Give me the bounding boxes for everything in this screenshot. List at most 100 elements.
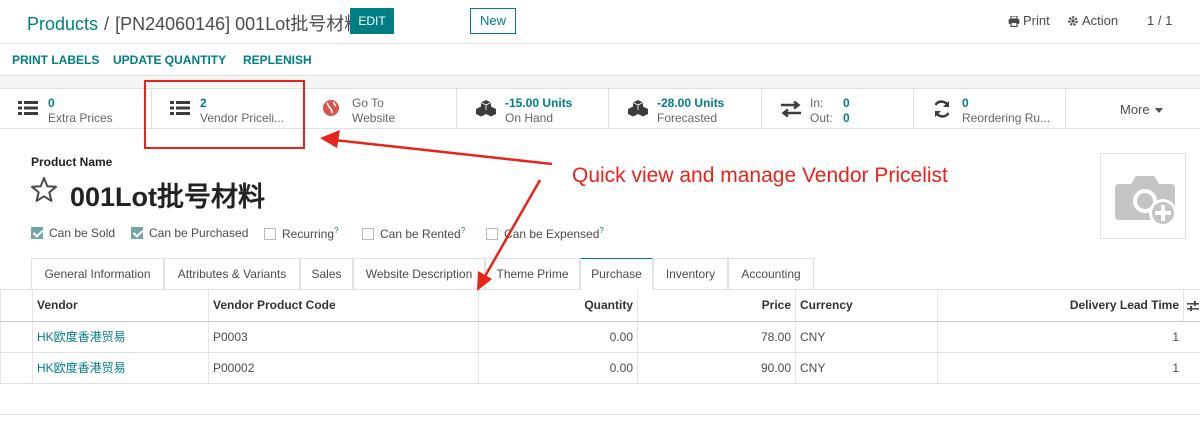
annotation-highlight-box [144,80,305,149]
help-tooltip-icon[interactable]: ? [461,226,465,235]
row-handle[interactable] [0,353,32,383]
vendor-link[interactable]: HK欧度香港贸易 [37,361,126,375]
vendor-cell[interactable]: HK欧度香港贸易 [32,353,208,383]
print-icon [1008,15,1020,28]
extra-prices-count: 0 [48,96,55,110]
can-be-sold-checkbox[interactable]: Can be Sold [31,226,115,240]
product-image[interactable] [1100,153,1186,239]
update-quantity-button[interactable]: UPDATE QUANTITY [113,53,226,67]
breadcrumb-current: [PN24060146] 001Lot批号材料 [115,14,363,34]
website-line2: Website [352,111,396,125]
empty-table-row [0,385,1200,415]
more-button[interactable]: More [1120,102,1164,117]
currency-cell[interactable]: CNY [795,322,937,352]
quantity-column-header[interactable]: Quantity [478,290,637,321]
can-be-purchased-checkbox[interactable]: Can be Purchased [131,226,248,240]
in-out-button[interactable]: In: 0 Out: 0 [762,89,914,129]
lead-time-column-header[interactable]: Delivery Lead Time [937,290,1183,321]
can-be-sold-label: Can be Sold [49,226,116,240]
checkbox-checked[interactable] [131,227,143,239]
checkbox-unchecked[interactable] [486,228,498,240]
vendor-code-cell[interactable]: P0003 [208,322,478,352]
checkbox-checked[interactable] [31,227,43,239]
product-name[interactable]: 001Lot批号材料 [70,175,265,214]
cubes-icon [476,100,496,117]
pager[interactable]: 1 / 1 [1147,13,1172,28]
handle-column-header [0,290,32,321]
extra-prices-button[interactable]: 0 Extra Prices [0,89,152,129]
product-name-label: Product Name [31,155,113,169]
gear-icon [1068,16,1078,26]
print-button[interactable]: Print [1008,13,1050,28]
breadcrumb-products-link[interactable]: Products [27,14,98,34]
recurring-label: Recurring [282,227,335,241]
tab-website-description[interactable]: Website Description [353,258,485,289]
table-row[interactable]: HK欧度香港贸易 P00002 0.00 90.00 CNY 1 [0,353,1200,384]
out-value: 0 [843,111,850,125]
forecasted-label: Forecasted [657,111,718,125]
lead-time-cell[interactable]: 1 [937,353,1183,383]
breadcrumb-separator: / [104,14,110,34]
vendor-cell[interactable]: HK欧度香港贸易 [32,322,208,352]
price-cell[interactable]: 90.00 [637,353,795,383]
annotation-text: Quick view and manage Vendor Pricelist [572,164,948,187]
new-button[interactable]: New [470,8,516,34]
can-be-expensed-label: Can be Expensed [504,227,600,241]
more-label: More [1120,102,1150,117]
currency-column-header[interactable]: Currency [795,290,937,321]
list-icon [18,101,38,115]
tab-theme-prime[interactable]: Theme Prime [485,258,580,289]
can-be-expensed-checkbox[interactable]: Can be Expensed? [486,226,604,241]
form-header: PRINT LABELS UPDATE QUANTITY REPLENISH [0,44,1200,76]
price-cell[interactable]: 78.00 [637,322,795,352]
on-hand-button[interactable]: -15.00 Units On Hand [457,89,609,129]
refresh-icon [934,100,950,118]
action-button[interactable]: Action [1067,13,1118,28]
camera-plus-icon [1115,176,1177,227]
tab-general-information[interactable]: General Information [31,258,164,289]
tab-inventory[interactable]: Inventory [653,258,728,289]
vendor-code-cell[interactable]: P00002 [208,353,478,383]
action-label: Action [1082,13,1119,28]
replenish-button[interactable]: REPLENISH [243,53,312,67]
caret-down-icon [1155,108,1164,113]
edit-button[interactable]: EDIT [350,8,394,34]
print-labels-button[interactable]: PRINT LABELS [12,53,99,67]
control-panel: Products / [PN24060146] 001Lot批号材料 EDIT Ne… [0,0,1200,44]
extra-prices-label: Extra Prices [48,111,113,125]
help-tooltip-icon[interactable]: ? [334,226,338,235]
quantity-cell[interactable]: 0.00 [478,353,637,383]
row-handle[interactable] [0,322,32,352]
forecasted-button[interactable]: -28.00 Units Forecasted [609,89,762,129]
tab-accounting[interactable]: Accounting [728,258,814,289]
tab-sales[interactable]: Sales [300,258,353,289]
can-be-rented-checkbox[interactable]: Can be Rented? [362,226,465,241]
checkbox-unchecked[interactable] [264,228,276,240]
sliders-icon [1187,301,1199,311]
can-be-rented-label: Can be Rented [380,227,461,241]
recurring-checkbox[interactable]: Recurring? [264,226,338,241]
reordering-rules-button[interactable]: 0 Reordering Ru... [914,89,1066,129]
help-tooltip-icon[interactable]: ? [599,226,603,235]
exchange-arrows-icon [781,101,801,117]
forecasted-value: -28.00 Units [657,96,725,110]
reordering-count: 0 [962,96,969,110]
favorite-star-icon[interactable] [30,176,58,204]
vendor-code-column-header[interactable]: Vendor Product Code [208,290,478,321]
checkbox-unchecked[interactable] [362,228,374,240]
optional-columns-toggle[interactable] [1183,290,1200,321]
on-hand-label: On Hand [505,111,554,125]
tab-purchase[interactable]: Purchase [580,258,653,290]
vendor-link[interactable]: HK欧度香港贸易 [37,330,126,344]
quantity-cell[interactable]: 0.00 [478,322,637,352]
reordering-label: Reordering Ru... [962,111,1051,125]
price-column-header[interactable]: Price [637,290,795,321]
lead-time-cell[interactable]: 1 [937,322,1183,352]
tab-attributes-variants[interactable]: Attributes & Variants [164,258,300,289]
go-to-website-button[interactable]: Go To Website [304,89,457,129]
print-label: Print [1023,13,1050,28]
table-row[interactable]: HK欧度香港贸易 P0003 0.00 78.00 CNY 1 [0,322,1200,353]
vendor-column-header[interactable]: Vendor [32,290,208,321]
on-hand-value: -15.00 Units [505,96,573,110]
currency-cell[interactable]: CNY [795,353,937,383]
